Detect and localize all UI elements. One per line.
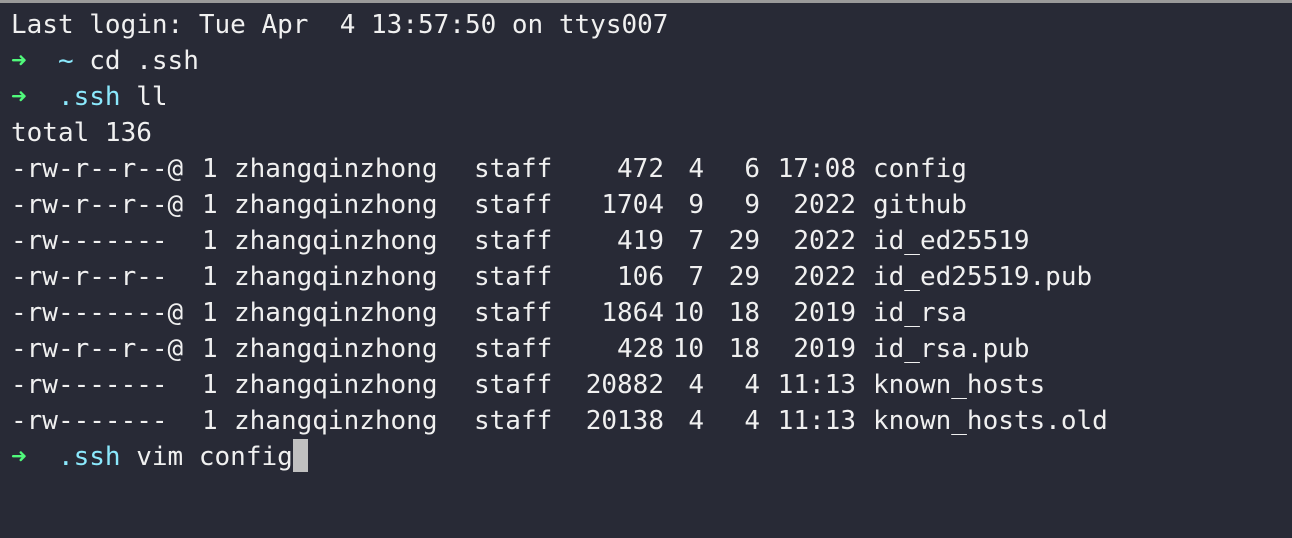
file-month: 7 — [688, 226, 704, 256]
file-links: 1 — [202, 190, 218, 220]
file-user: zhangqinzhong — [234, 262, 438, 292]
file-month: 10 — [672, 298, 704, 328]
file-row: -rw------- 1 zhangqinzhong staff 20882 4 4 11:1… — [11, 367, 1292, 403]
file-perm: -rw-------@ — [11, 298, 184, 328]
total-line: total 136 — [11, 118, 152, 148]
file-row: -rw-r--r--@ 1 zhangqinzhong staff 472 4 6 17:08… — [11, 151, 1292, 187]
file-group: staff — [474, 334, 553, 364]
file-row: -rw------- 1 zhangqinzhong staff 20138 4 4 11:1… — [11, 403, 1292, 439]
file-row: -rw-r--r-- 1 zhangqinzhong staff 106 7 29 2022 i… — [11, 259, 1292, 295]
file-group: staff — [474, 226, 553, 256]
last-login-line: Last login: Tue Apr 4 13:57:50 on ttys00… — [11, 10, 669, 40]
file-time: 2022 — [793, 190, 856, 220]
file-time: 2022 — [793, 226, 856, 256]
file-perm: -rw-r--r--@ — [11, 190, 184, 220]
file-links: 1 — [202, 262, 218, 292]
file-group: staff — [474, 406, 553, 436]
file-day: 9 — [744, 190, 760, 220]
file-day: 18 — [728, 334, 760, 364]
file-size: 1864 — [601, 298, 664, 328]
file-perm: -rw-r--r-- — [11, 262, 168, 292]
prompt-arrow-icon: ➜ — [11, 46, 27, 76]
file-day: 6 — [744, 154, 760, 184]
file-name: known_hosts — [873, 370, 1046, 400]
file-day: 4 — [744, 370, 760, 400]
prompt-arrow-icon: ➜ — [11, 442, 27, 472]
file-row: -rw------- 1 zhangqinzhong staff 419 7 29 2022 i… — [11, 223, 1292, 259]
file-time: 2019 — [793, 298, 856, 328]
file-month: 10 — [672, 334, 704, 364]
file-row: -rw-------@ 1 zhangqinzhong staff 1864 10 18 20… — [11, 295, 1292, 331]
active-prompt-line[interactable]: ➜ .ssh vim config — [11, 439, 1292, 475]
file-day: 18 — [728, 298, 760, 328]
file-month: 9 — [688, 190, 704, 220]
file-perm: -rw-r--r--@ — [11, 154, 184, 184]
file-perm: -rw-r--r--@ — [11, 334, 184, 364]
file-name: config — [873, 154, 967, 184]
file-name: id_ed25519 — [873, 226, 1030, 256]
file-links: 1 — [202, 334, 218, 364]
file-links: 1 — [202, 298, 218, 328]
file-perm: -rw------- — [11, 406, 168, 436]
file-user: zhangqinzhong — [234, 370, 438, 400]
file-day: 29 — [728, 226, 760, 256]
file-month: 4 — [688, 370, 704, 400]
file-group: staff — [474, 262, 553, 292]
prompt-line-1: ➜ ~ cd .ssh — [11, 43, 1292, 79]
file-links: 1 — [202, 226, 218, 256]
file-time: 17:08 — [777, 154, 856, 184]
file-time: 11:13 — [777, 370, 856, 400]
prompt-arrow-icon: ➜ — [11, 82, 27, 112]
file-name: known_hosts.old — [873, 406, 1108, 436]
prompt-directory: .ssh — [57, 442, 121, 472]
file-name: github — [873, 190, 967, 220]
file-time: 2019 — [793, 334, 856, 364]
text-cursor — [292, 439, 308, 472]
file-month: 4 — [688, 154, 704, 184]
prompt-directory: ~ — [57, 46, 74, 76]
file-month: 4 — [688, 406, 704, 436]
file-links: 1 — [202, 406, 218, 436]
file-time: 11:13 — [777, 406, 856, 436]
command-text: cd .ssh — [89, 46, 199, 76]
prompt-line-2: ➜ .ssh ll — [11, 79, 1292, 115]
file-perm: -rw------- — [11, 226, 168, 256]
file-group: staff — [474, 370, 553, 400]
file-month: 7 — [688, 262, 704, 292]
file-name: id_rsa.pub — [873, 334, 1030, 364]
file-size: 20882 — [585, 370, 664, 400]
file-user: zhangqinzhong — [234, 154, 438, 184]
file-size: 106 — [617, 262, 664, 292]
terminal-window[interactable]: Last login: Tue Apr 4 13:57:50 on ttys00… — [0, 0, 1292, 538]
file-time: 2022 — [793, 262, 856, 292]
file-user: zhangqinzhong — [234, 298, 438, 328]
file-perm: -rw------- — [11, 370, 168, 400]
file-day: 29 — [728, 262, 760, 292]
file-links: 1 — [202, 370, 218, 400]
file-size: 419 — [617, 226, 664, 256]
file-group: staff — [474, 190, 553, 220]
prompt-directory: .ssh — [57, 82, 121, 112]
command-input[interactable]: vim config — [136, 442, 293, 472]
file-size: 472 — [617, 154, 664, 184]
file-size: 1704 — [601, 190, 664, 220]
file-size: 20138 — [585, 406, 664, 436]
file-row: -rw-r--r--@ 1 zhangqinzhong staff 1704 9 9 2022… — [11, 187, 1292, 223]
file-name: id_rsa — [873, 298, 967, 328]
file-user: zhangqinzhong — [234, 190, 438, 220]
file-listing: -rw-r--r--@ 1 zhangqinzhong staff 472 4 6 17:08… — [11, 151, 1292, 439]
file-day: 4 — [744, 406, 760, 436]
file-user: zhangqinzhong — [234, 334, 438, 364]
file-row: -rw-r--r--@ 1 zhangqinzhong staff 428 10 18 201… — [11, 331, 1292, 367]
file-user: zhangqinzhong — [234, 406, 438, 436]
file-size: 428 — [617, 334, 664, 364]
file-group: staff — [474, 298, 553, 328]
file-group: staff — [474, 154, 553, 184]
command-text: ll — [136, 82, 168, 112]
file-user: zhangqinzhong — [234, 226, 438, 256]
file-links: 1 — [202, 154, 218, 184]
file-name: id_ed25519.pub — [873, 262, 1093, 292]
